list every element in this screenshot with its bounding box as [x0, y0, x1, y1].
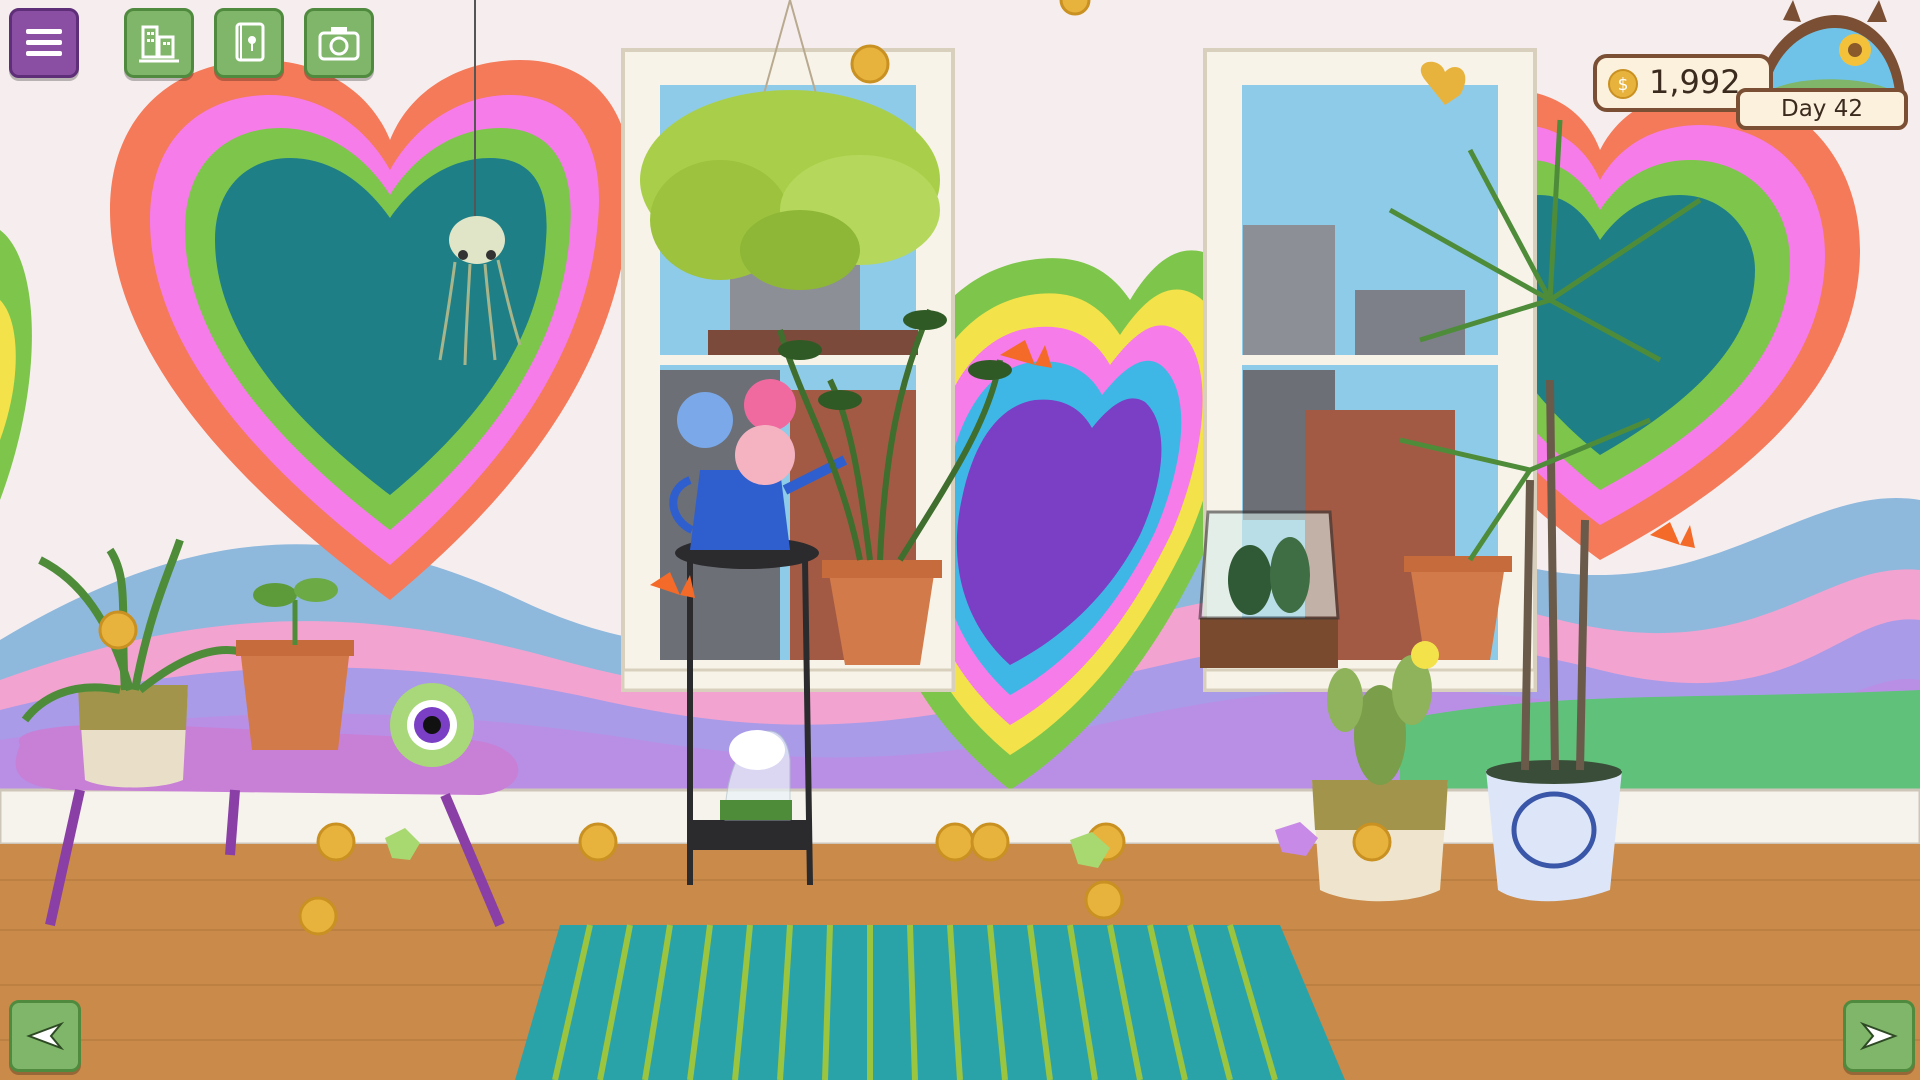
room-scene — [0, 0, 1920, 1080]
coin-amount: 1,992 — [1649, 63, 1741, 101]
hamburger-icon — [26, 29, 62, 56]
arrow-left-icon — [26, 1021, 65, 1051]
day-counter: Day 42 — [1736, 88, 1908, 130]
previous-room-button[interactable] — [9, 1000, 81, 1072]
plant-journal-button[interactable] — [214, 8, 284, 78]
city-button[interactable] — [124, 8, 194, 78]
arrow-right-icon — [1859, 1021, 1898, 1051]
main-menu-button[interactable] — [9, 8, 79, 78]
journal-icon — [235, 22, 265, 62]
day-label: Day 42 — [1781, 96, 1863, 122]
camera-button[interactable] — [304, 8, 374, 78]
svg-text:$: $ — [1618, 75, 1629, 95]
glass-terrarium — [1198, 510, 1340, 668]
next-room-button[interactable] — [1843, 1000, 1915, 1072]
striped-rug — [515, 924, 1345, 1080]
camera-icon — [318, 27, 360, 61]
buildings-icon — [139, 25, 179, 63]
eyeball-plant — [390, 683, 474, 767]
coin-icon: $ — [1608, 69, 1638, 99]
